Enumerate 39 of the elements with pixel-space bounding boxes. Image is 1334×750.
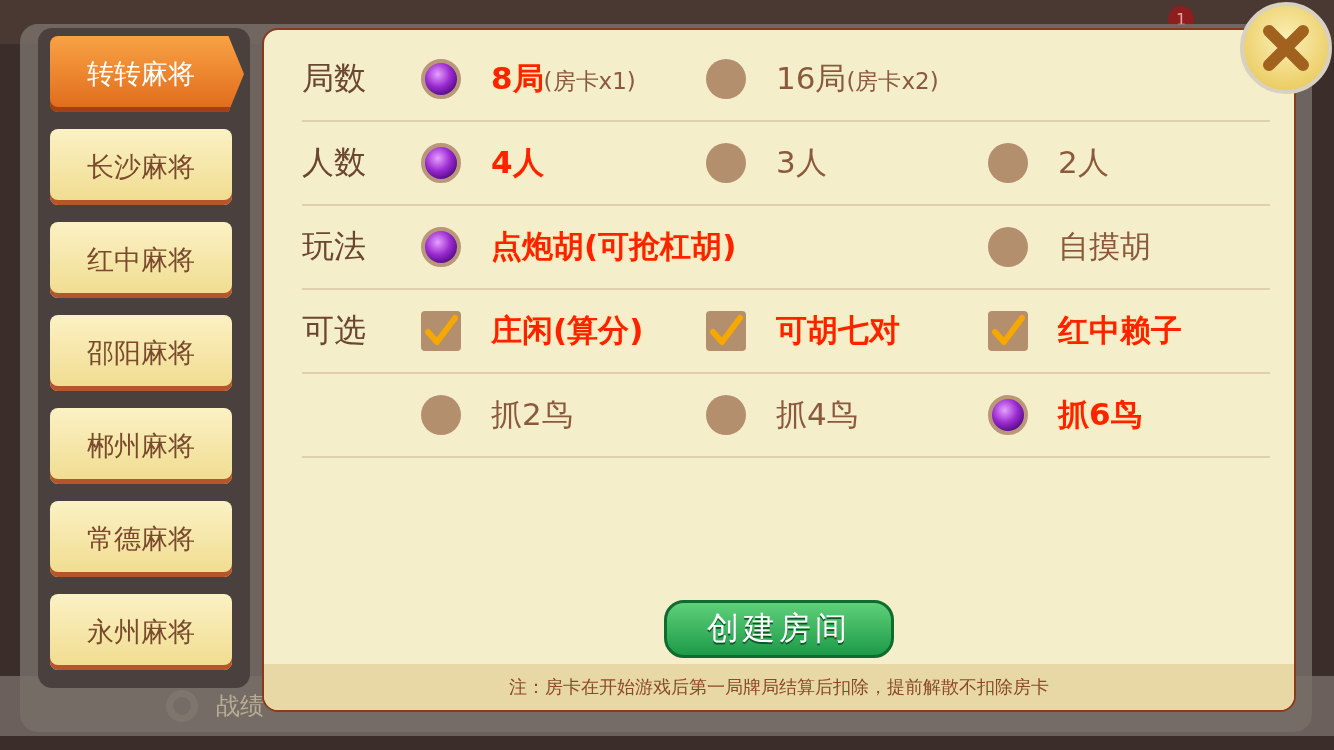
option-text: 抓2鸟 — [491, 395, 573, 434]
radio-button[interactable] — [988, 227, 1028, 267]
option-text: 3人 — [776, 143, 827, 182]
radio-button[interactable] — [421, 59, 461, 99]
radio-button[interactable] — [706, 59, 746, 99]
radio-button[interactable] — [421, 395, 461, 435]
option-label: 可选 — [302, 310, 367, 351]
checkbox[interactable] — [988, 311, 1028, 351]
option-text: 抓4鸟 — [776, 395, 858, 434]
option-text: 2人 — [1058, 143, 1109, 182]
checkbox[interactable] — [706, 311, 746, 351]
option-text: 16局(房卡x2) — [776, 59, 939, 98]
radio-button[interactable] — [421, 143, 461, 183]
close-icon — [1261, 23, 1311, 73]
checkbox[interactable] — [421, 311, 461, 351]
game-tab[interactable]: 长沙麻将 — [50, 129, 232, 205]
option-text: 自摸胡 — [1058, 227, 1151, 266]
radio-button[interactable] — [421, 227, 461, 267]
option-text: 可胡七对 — [776, 311, 900, 350]
option-text: 4人 — [491, 143, 544, 182]
game-tab[interactable]: 红中麻将 — [50, 222, 232, 298]
radio-button[interactable] — [706, 143, 746, 183]
radio-button[interactable] — [988, 395, 1028, 435]
option-text: 8局(房卡x1) — [491, 59, 636, 98]
game-tab[interactable]: 邵阳麻将 — [50, 315, 232, 391]
game-tab[interactable]: 常德麻将 — [50, 501, 232, 577]
option-text: 点炮胡(可抢杠胡) — [491, 227, 737, 266]
option-label: 人数 — [302, 142, 367, 183]
option-label: 局数 — [302, 58, 367, 99]
option-text: 抓6鸟 — [1058, 395, 1142, 434]
footer-note: 注：房卡在开始游戏后第一局牌局结算后扣除，提前解散不扣除房卡 — [509, 675, 1049, 699]
option-label: 玩法 — [302, 226, 367, 267]
game-tab[interactable]: 永州麻将 — [50, 594, 232, 670]
radio-button[interactable] — [988, 143, 1028, 183]
option-text: 庄闲(算分) — [491, 311, 644, 350]
option-text: 红中赖子 — [1058, 311, 1182, 350]
game-tab[interactable]: 郴州麻将 — [50, 408, 232, 484]
record-label: 战绩 — [216, 691, 264, 722]
radio-button[interactable] — [706, 395, 746, 435]
